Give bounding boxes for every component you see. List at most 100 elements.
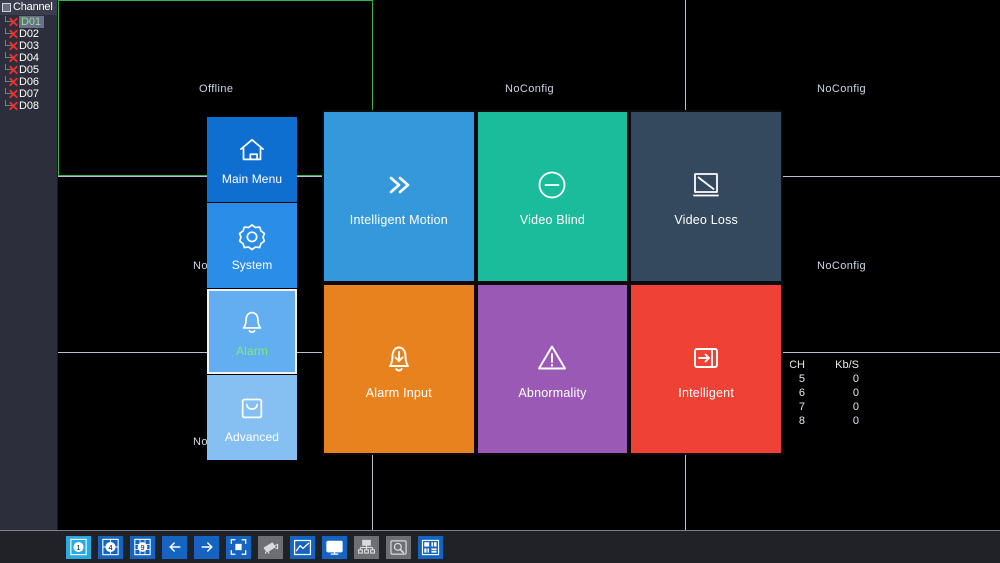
sidebar-item-d02[interactable]: D02 <box>0 28 57 40</box>
monitor-icon <box>326 540 343 555</box>
bitrate-ch-value: 5 <box>798 373 805 385</box>
sidebar-item-d06[interactable]: D06 <box>0 76 57 88</box>
bitrate-kbs-value: 0 <box>852 415 859 427</box>
red-x-icon <box>8 53 18 63</box>
red-x-icon <box>8 41 18 51</box>
red-x-icon <box>8 17 18 27</box>
sidebar-item-d05[interactable]: D05 <box>0 64 57 76</box>
bitrate-kbs-value: 0 <box>852 373 859 385</box>
monitor-slash-icon <box>693 173 720 197</box>
advanced-label: Advanced <box>224 430 280 444</box>
quick-menu-panel: Main Menu System Alarm Advanced <box>207 117 297 461</box>
channel-label: D07 <box>19 88 39 100</box>
sidebar-item-d04[interactable]: D04 <box>0 52 57 64</box>
svg-text:4: 4 <box>108 543 112 552</box>
tile-label: Abnormality <box>518 385 587 400</box>
advanced-button[interactable]: Advanced <box>207 375 297 460</box>
gear-icon <box>238 224 266 251</box>
checkbox-icon[interactable] <box>2 3 11 12</box>
bitrate-ch-value: 8 <box>798 415 805 427</box>
tile-video-blind[interactable]: Video Blind <box>477 112 628 281</box>
view-4-icon: 4 <box>102 538 119 556</box>
view-1-button[interactable]: 1 <box>66 535 91 559</box>
tile-video-loss[interactable]: Video Loss <box>631 112 781 281</box>
home-icon <box>240 138 264 161</box>
tile-intelligent-motion[interactable]: Intelligent Motion <box>324 112 474 281</box>
video-cell-label-2: NoConfig <box>505 83 555 95</box>
main-menu-label: Main Menu <box>221 172 283 186</box>
chart-image-icon <box>293 539 312 555</box>
alarm-tile-grid: Intelligent Motion Video Blind Video Los… <box>322 110 783 455</box>
channel-label: D05 <box>19 64 39 76</box>
bitrate-status-panel: CH Kb/S 5 0 6 0 7 0 8 0 <box>790 352 1000 428</box>
selected-cell-border-left <box>58 0 59 176</box>
sidebar-item-d01[interactable]: D01 <box>0 16 57 28</box>
dvr-screen: Offline NoConfig NoConfig NoConfig NoCon… <box>0 0 1000 563</box>
bitrate-ch-value: 7 <box>798 401 805 413</box>
double-chevron-icon <box>389 176 410 194</box>
alarm-button[interactable]: Alarm <box>207 289 297 374</box>
network-button[interactable] <box>354 535 379 559</box>
ptz-camera-button[interactable] <box>258 535 283 559</box>
next-page-button[interactable] <box>194 535 219 559</box>
sidebar-item-d03[interactable]: D03 <box>0 40 57 52</box>
tile-abnormality[interactable]: Abnormality <box>477 284 628 453</box>
bitrate-table-header-row: CH Kb/S <box>790 359 859 373</box>
system-button[interactable]: System <box>207 203 297 288</box>
display-button[interactable] <box>322 535 347 559</box>
arrow-left-icon <box>168 542 181 552</box>
channel-sidebar: Channel D01 D02 D03 D04 D05 D06 D07 D08 <box>0 0 58 530</box>
red-x-icon <box>8 77 18 87</box>
arrow-in-box-icon <box>694 347 719 368</box>
tile-label: Video Loss <box>674 213 738 228</box>
channel-panel-title: Channel <box>13 1 53 13</box>
table-row: 6 0 <box>790 387 859 401</box>
tile-label: Intelligent <box>678 385 735 400</box>
color-setting-button[interactable] <box>290 535 315 559</box>
channel-panel-header: Channel <box>0 0 57 15</box>
warning-triangle-icon <box>538 345 567 370</box>
tile-alarm-input[interactable]: Alarm Input <box>324 284 474 453</box>
arrow-right-icon <box>200 542 213 552</box>
main-menu-button[interactable]: Main Menu <box>207 117 297 202</box>
bitrate-table: CH Kb/S 5 0 6 0 7 0 8 0 <box>790 359 859 428</box>
alarm-label: Alarm <box>236 344 268 358</box>
red-x-icon <box>8 29 18 39</box>
selected-cell-border-top <box>58 0 373 1</box>
taskbar: 1 4 9 <box>0 530 1000 563</box>
view-9-button[interactable]: 9 <box>130 535 155 559</box>
fullscreen-button[interactable] <box>226 535 251 559</box>
qr-matrix-icon <box>421 539 440 555</box>
svg-text:1: 1 <box>76 543 80 552</box>
toolbox-icon <box>241 398 263 419</box>
channel-label: D04 <box>19 52 39 64</box>
network-tree-icon <box>358 539 375 554</box>
circle-minus-icon <box>539 171 566 199</box>
view-1-icon: 1 <box>70 538 87 556</box>
table-row: 7 0 <box>790 401 859 415</box>
video-cell-label-1: Offline <box>199 83 234 95</box>
tile-intelligent[interactable]: Intelligent <box>631 284 781 453</box>
bitrate-ch-value: 6 <box>798 387 805 399</box>
system-label: System <box>231 258 273 272</box>
bitrate-kbs-value: 0 <box>852 401 859 413</box>
bell-download-icon <box>388 346 409 372</box>
sidebar-item-d07[interactable]: D07 <box>0 88 57 100</box>
bitrate-col-kbs: Kb/S <box>835 359 859 371</box>
table-row: 8 0 <box>790 415 859 428</box>
hdd-icon <box>390 539 407 555</box>
channel-label: D03 <box>19 40 39 52</box>
bell-icon <box>242 311 262 334</box>
prev-page-button[interactable] <box>162 535 187 559</box>
channel-label: D01 <box>19 16 44 28</box>
tile-label: Alarm Input <box>365 385 432 400</box>
tile-label: Video Blind <box>519 213 586 228</box>
view-9-icon: 9 <box>134 538 151 556</box>
sidebar-item-d08[interactable]: D08 <box>0 100 57 112</box>
channel-label: D06 <box>19 76 39 88</box>
hdd-info-button[interactable] <box>386 535 411 559</box>
view-4-button[interactable]: 4 <box>98 535 123 559</box>
svg-text:9: 9 <box>140 543 144 552</box>
video-cell-label-3: NoConfig <box>817 83 867 95</box>
device-matrix-button[interactable] <box>418 535 443 559</box>
